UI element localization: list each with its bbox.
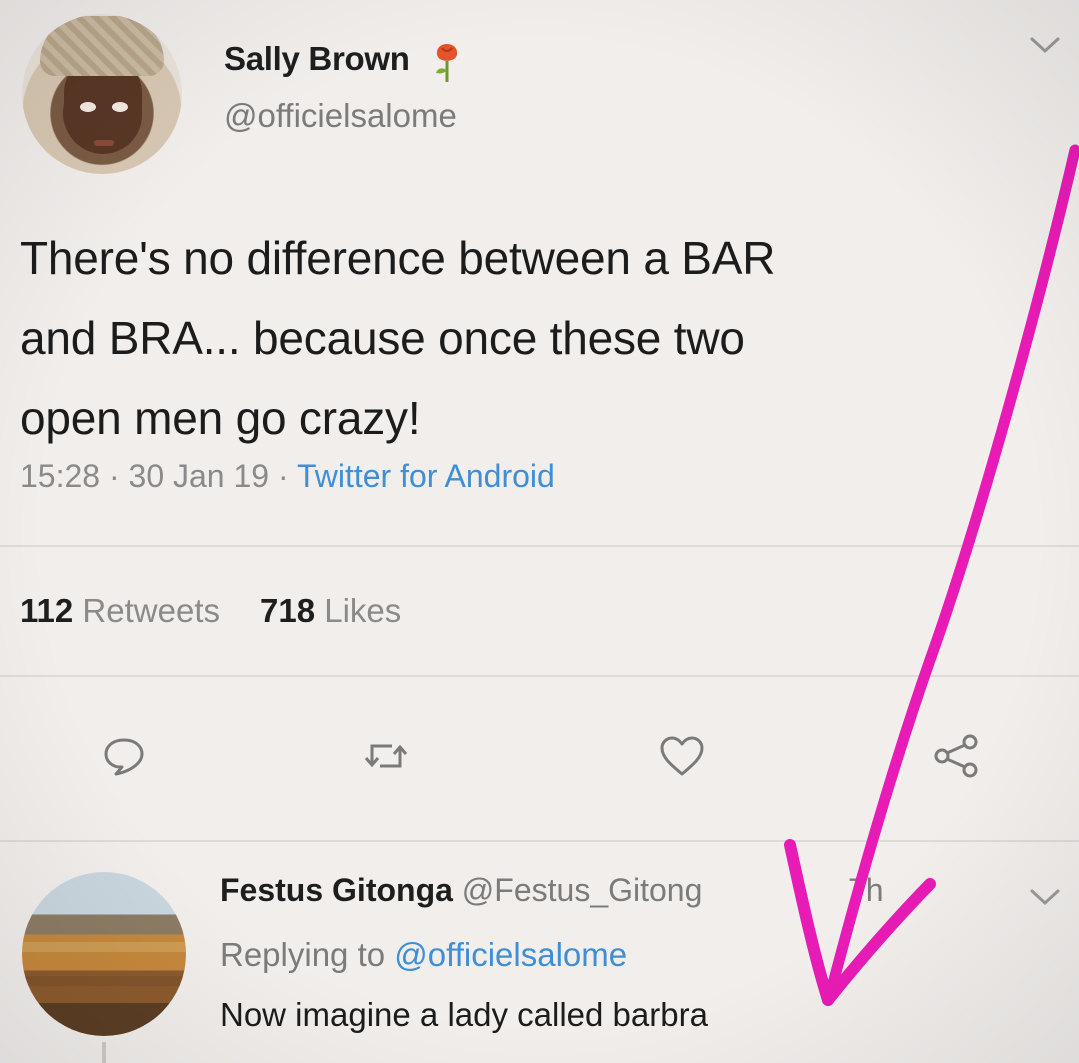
replying-to: Replying to @officielsalome — [220, 936, 627, 974]
divider — [0, 840, 1079, 842]
reply-author-handle[interactable]: @Festus_Gitong — [462, 872, 703, 908]
reply-author-name[interactable]: Festus Gitonga — [220, 872, 453, 908]
reply-icon[interactable] — [100, 732, 148, 780]
tweet-source[interactable]: Twitter for Android — [297, 458, 555, 494]
likes-stat[interactable]: 718 Likes — [260, 592, 401, 629]
chevron-down-icon[interactable] — [1028, 886, 1062, 908]
tweet-text-line: open men go crazy! — [20, 392, 421, 444]
divider — [0, 675, 1079, 677]
retweets-count: 112 — [20, 592, 74, 629]
reply-author-line: Festus Gitonga @Festus_Gitong — [220, 872, 702, 909]
tweet-stats: 112 Retweets 718 Likes — [20, 592, 401, 630]
tweet-text: There's no difference between a BAR and … — [20, 218, 1010, 458]
author-handle[interactable]: @officielsalome — [224, 97, 457, 135]
reply-text: Now imagine a lady called barbra — [220, 996, 708, 1033]
share-icon[interactable] — [932, 732, 980, 780]
rose-icon — [436, 44, 458, 82]
retweet-icon[interactable] — [362, 732, 410, 780]
author-avatar[interactable] — [22, 14, 182, 174]
replying-mention[interactable]: @officielsalome — [394, 936, 627, 973]
tweet-date[interactable]: 30 Jan 19 — [129, 458, 270, 494]
author-name[interactable]: Sally Brown — [224, 40, 410, 78]
chevron-down-icon[interactable] — [1028, 34, 1062, 56]
tweet-text-line: There's no difference between a BAR — [20, 232, 776, 284]
likes-count: 718 — [259, 592, 316, 629]
divider — [0, 545, 1079, 547]
tweet-meta: 15:28 · 30 Jan 19 · Twitter for Android — [20, 458, 555, 494]
retweets-label: Retweets — [82, 592, 220, 629]
main-tweet: Sally Brown @officielsalome There's no d… — [0, 0, 1079, 842]
replying-prefix: Replying to — [220, 936, 386, 973]
retweets-stat[interactable]: 112 Retweets — [20, 592, 220, 629]
thread-line — [102, 1042, 106, 1063]
tweet-text-line: and BRA... because once these two — [20, 312, 745, 364]
likes-label: Likes — [324, 592, 402, 629]
tweet-time[interactable]: 15:28 — [20, 458, 100, 494]
reply-time[interactable]: 7h — [848, 872, 884, 909]
like-icon[interactable] — [658, 732, 706, 780]
reply-author-avatar[interactable] — [22, 872, 186, 1036]
